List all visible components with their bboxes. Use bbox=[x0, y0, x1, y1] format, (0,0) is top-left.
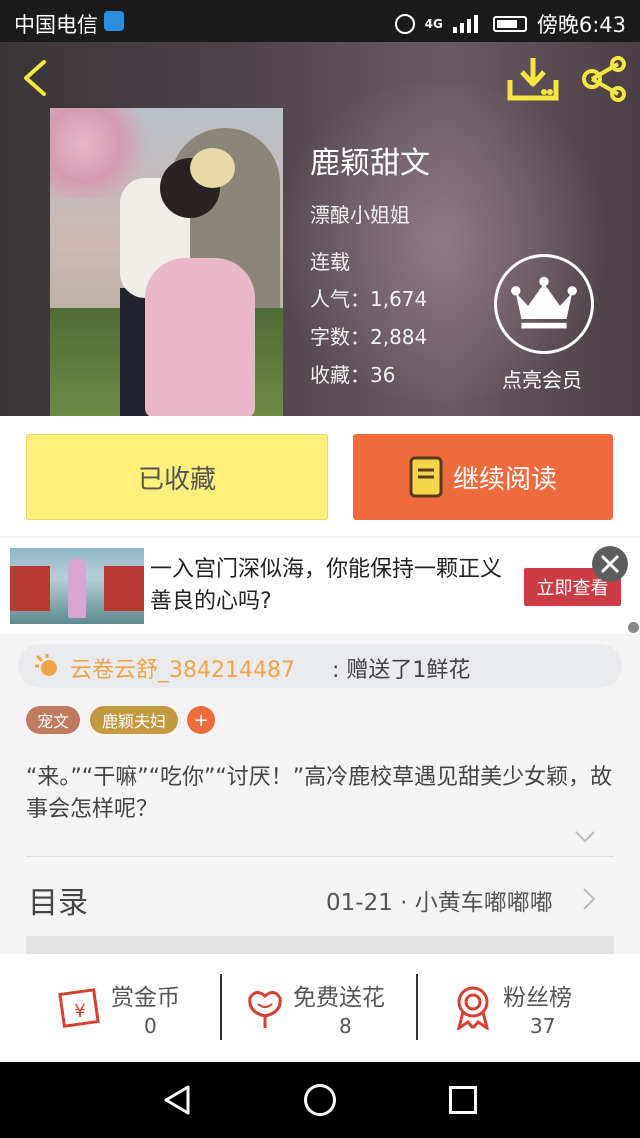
fan-ranking-value: 37 bbox=[530, 1014, 556, 1038]
favorites-stat: 收藏：36 bbox=[310, 363, 396, 387]
download-icon[interactable] bbox=[506, 56, 560, 102]
collected-button[interactable]: 已收藏 bbox=[26, 434, 328, 520]
medal-icon[interactable] bbox=[450, 984, 496, 1030]
red-envelope-icon[interactable]: ¥ bbox=[58, 984, 104, 1030]
flower-icon[interactable] bbox=[242, 984, 288, 1030]
ad-info-icon[interactable] bbox=[628, 622, 639, 633]
tag-chip[interactable]: 宠文 bbox=[26, 706, 80, 734]
battery-icon bbox=[492, 16, 527, 32]
clock: 傍晚6:43 bbox=[536, 13, 626, 37]
vip-button[interactable] bbox=[494, 254, 594, 354]
book-cover-image[interactable] bbox=[50, 108, 283, 416]
status-bar: 中国电信 4G 傍晚6:43 bbox=[0, 0, 640, 42]
add-tag-button[interactable]: + bbox=[187, 706, 215, 734]
ad-image[interactable] bbox=[10, 548, 144, 624]
collected-label: 已收藏 bbox=[137, 464, 216, 495]
nav-back-icon[interactable] bbox=[162, 1084, 192, 1116]
svg-text:¥: ¥ bbox=[74, 1001, 85, 1022]
reward-coins-value: 0 bbox=[144, 1014, 157, 1038]
free-flower-label[interactable]: 免费送花 bbox=[293, 978, 385, 1012]
gift-message: : 赠送了1鲜花 bbox=[332, 658, 471, 683]
network-type: 4G bbox=[424, 17, 443, 31]
system-nav-bar bbox=[0, 1062, 640, 1138]
gift-notice: 云卷云舒_384214487 : 赠送了1鲜花 bbox=[18, 644, 622, 688]
nav-recent-apps-icon[interactable] bbox=[449, 1086, 477, 1114]
book-status: 连载 bbox=[310, 250, 350, 274]
stat-divider bbox=[416, 974, 418, 1040]
vip-label[interactable]: 点亮会员 bbox=[502, 364, 582, 393]
catalog-title[interactable]: 目录 bbox=[28, 878, 88, 922]
chevron-down-icon[interactable] bbox=[574, 830, 596, 844]
reward-coins-label[interactable]: 赏金币 bbox=[111, 978, 180, 1012]
book-icon bbox=[409, 456, 443, 498]
back-arrow-icon[interactable] bbox=[16, 58, 56, 98]
tag-chip[interactable]: 鹿颖夫妇 bbox=[90, 706, 178, 734]
alarm-icon bbox=[394, 14, 415, 34]
ad-text[interactable]: 一入宫门深似海，你能保持一颗正义善良的心吗? bbox=[150, 554, 510, 618]
fan-ranking-label[interactable]: 粉丝榜 bbox=[503, 978, 572, 1012]
share-icon[interactable] bbox=[580, 56, 630, 102]
continue-reading-button[interactable]: 继续阅读 bbox=[353, 434, 613, 520]
free-flower-value: 8 bbox=[339, 1014, 352, 1038]
ad-banner[interactable]: 一入宫门深似海，你能保持一颗正义善良的心吗? 立即查看 bbox=[0, 538, 640, 634]
stat-divider bbox=[220, 974, 222, 1040]
book-header: 鹿颖甜文 漂酿小姐姐 连载 人气：1,674 字数：2,884 收藏：36 点亮… bbox=[0, 42, 640, 416]
book-synopsis: “来。”“干嘛”“吃你”“讨厌！”高冷鹿校草遇见甜美少女颖，故事会怎样呢？ bbox=[26, 765, 613, 822]
continue-reading-label: 继续阅读 bbox=[452, 464, 557, 495]
action-bar: 已收藏 继续阅读 bbox=[0, 416, 640, 536]
header-backdrop bbox=[260, 82, 620, 402]
hd-call-icon bbox=[104, 11, 124, 31]
word-count-stat: 字数：2,884 bbox=[310, 325, 428, 349]
book-author[interactable]: 漂酿小姐姐 bbox=[310, 199, 410, 228]
crown-icon bbox=[511, 276, 577, 329]
interaction-stats: ¥ 赏金币 0 免费送花 8 粉丝榜 37 bbox=[0, 954, 640, 1062]
book-title: 鹿颖甜文 bbox=[310, 146, 430, 181]
status-right: 4G 傍晚6:43 bbox=[394, 9, 626, 39]
carrier-name: 中国电信 bbox=[14, 13, 98, 37]
divider bbox=[26, 856, 614, 857]
section-separator bbox=[26, 936, 614, 954]
signal-icon bbox=[452, 15, 478, 33]
chevron-right-icon[interactable] bbox=[582, 887, 596, 911]
popularity-stat: 人气：1,674 bbox=[310, 287, 428, 311]
nav-home-icon[interactable] bbox=[304, 1084, 336, 1116]
gift-sender-name[interactable]: 云卷云舒_384214487 bbox=[70, 652, 295, 684]
latest-chapter[interactable]: 01-21 · 小黄车嘟嘟嘟 bbox=[326, 883, 553, 917]
close-icon[interactable] bbox=[592, 546, 628, 582]
sparkle-icon bbox=[35, 654, 57, 676]
